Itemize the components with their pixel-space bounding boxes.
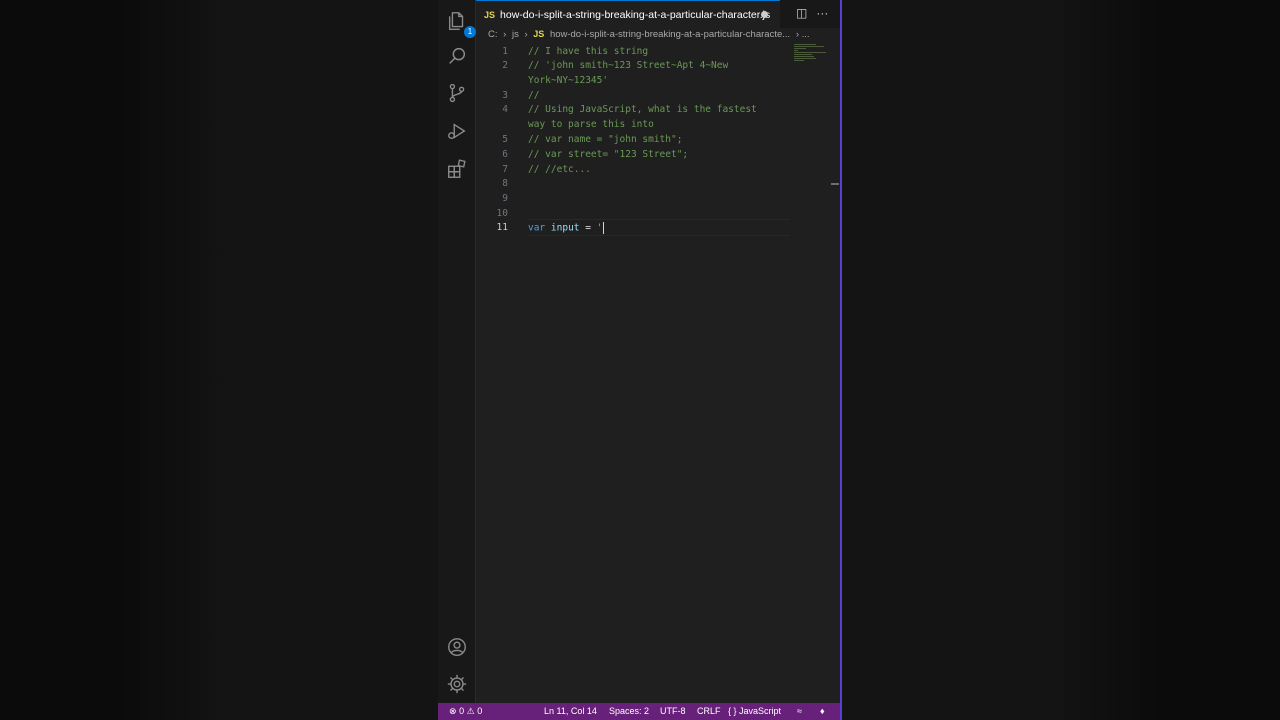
breadcrumb-folder[interactable]: js: [512, 29, 519, 40]
problems-indicator[interactable]: ⊗ 0 ⚠ 0: [449, 706, 482, 717]
encoding[interactable]: UTF-8: [660, 706, 686, 716]
tab-active-file[interactable]: JS how-do-i-split-a-string-breaking-at-a…: [476, 0, 780, 28]
identifier-token: input: [550, 222, 580, 234]
extensions-icon[interactable]: [444, 156, 469, 181]
keyword-token: var: [528, 222, 546, 234]
code-line[interactable]: // //etc...: [528, 164, 591, 175]
cursor-position[interactable]: Ln 11, Col 14: [544, 706, 597, 716]
javascript-file-icon: JS: [484, 9, 496, 20]
breadcrumb-drive[interactable]: C:: [488, 29, 498, 40]
accounts-icon[interactable]: [444, 634, 469, 659]
line-number: 10: [496, 208, 508, 219]
line-ending[interactable]: CRLF: [697, 706, 721, 716]
right-backdrop: [842, 0, 1160, 720]
search-icon[interactable]: [444, 43, 469, 68]
code-line-wrapped[interactable]: way to parse this into: [528, 119, 654, 130]
breadcrumb-separator: ›: [524, 29, 528, 40]
code-line[interactable]: // Using JavaScript, what is the fastest: [528, 104, 757, 115]
string-token: ': [596, 222, 603, 234]
error-count: 0: [459, 706, 465, 716]
breadcrumb-separator: ›: [503, 29, 507, 40]
code-line[interactable]: // 'john smith~123 Street~Apt 4~New: [528, 60, 728, 71]
line-number: 5: [502, 134, 508, 145]
code-line[interactable]: //: [528, 90, 539, 101]
code-editor[interactable]: 1 // I have this string 2 // 'john smith…: [476, 44, 826, 703]
line-number: 6: [502, 149, 508, 160]
left-backdrop: [120, 0, 438, 720]
breadcrumb-more[interactable]: › ...: [796, 29, 810, 40]
code-line-wrapped[interactable]: York~NY~12345': [528, 75, 608, 86]
code-line-active[interactable]: var input = ': [528, 222, 605, 234]
error-icon: ⊗: [449, 706, 457, 716]
line-number: 3: [502, 90, 508, 101]
line-number: 1: [502, 46, 508, 57]
source-control-icon[interactable]: [444, 80, 469, 105]
breadcrumb-file[interactable]: how-do-i-split-a-string-breaking-at-a-pa…: [550, 29, 790, 40]
notifications-bell-icon[interactable]: ♦: [820, 706, 825, 716]
language-mode[interactable]: { } JavaScript: [728, 706, 781, 716]
settings-gear-icon[interactable]: [444, 671, 469, 696]
tab-title: how-do-i-split-a-string-breaking-at-a-pa…: [500, 8, 771, 21]
javascript-file-icon: JS: [533, 29, 545, 39]
breadcrumb: C: › js › JS how-do-i-split-a-string-bre…: [488, 29, 832, 43]
vscode-window: 1 JS how-do-i-split-a-string-breaking-at…: [438, 0, 842, 720]
warning-icon: ⚠: [466, 706, 475, 716]
broadcast-icon[interactable]: ≈: [797, 706, 802, 716]
split-editor-icon[interactable]: ◫: [796, 6, 807, 20]
warning-count: 0: [477, 706, 483, 716]
minimap[interactable]: [794, 44, 828, 74]
line-number: 2: [502, 60, 508, 71]
more-actions-icon[interactable]: ···: [816, 6, 828, 20]
explorer-badge: 1: [464, 26, 476, 38]
language-label: JavaScript: [739, 706, 782, 716]
explorer-icon[interactable]: 1: [444, 8, 476, 38]
operator-token: =: [585, 222, 591, 234]
line-number: 9: [502, 193, 508, 204]
line-number: 7: [502, 164, 508, 175]
text-cursor: [603, 222, 605, 234]
indentation[interactable]: Spaces: 2: [609, 706, 649, 716]
editor-actions: ◫ ···: [796, 6, 828, 20]
code-line[interactable]: // var name = "john smith";: [528, 134, 682, 145]
run-debug-icon[interactable]: [444, 118, 469, 143]
line-number: 8: [502, 178, 508, 189]
code-line[interactable]: // I have this string: [528, 46, 648, 57]
unsaved-dot-icon[interactable]: [761, 11, 768, 18]
code-line[interactable]: // var street= "123 Street";: [528, 149, 688, 160]
scrollbar-marker[interactable]: [831, 183, 839, 185]
tab-bar: JS how-do-i-split-a-string-breaking-at-a…: [476, 0, 840, 28]
activity-bar: 1: [438, 0, 476, 703]
status-bar: ⊗ 0 ⚠ 0 Ln 11, Col 14 Spaces: 2 UTF-8 CR…: [438, 703, 842, 720]
line-number-active: 11: [496, 222, 508, 233]
braces-icon: { }: [728, 706, 737, 716]
line-number: 4: [502, 104, 508, 115]
